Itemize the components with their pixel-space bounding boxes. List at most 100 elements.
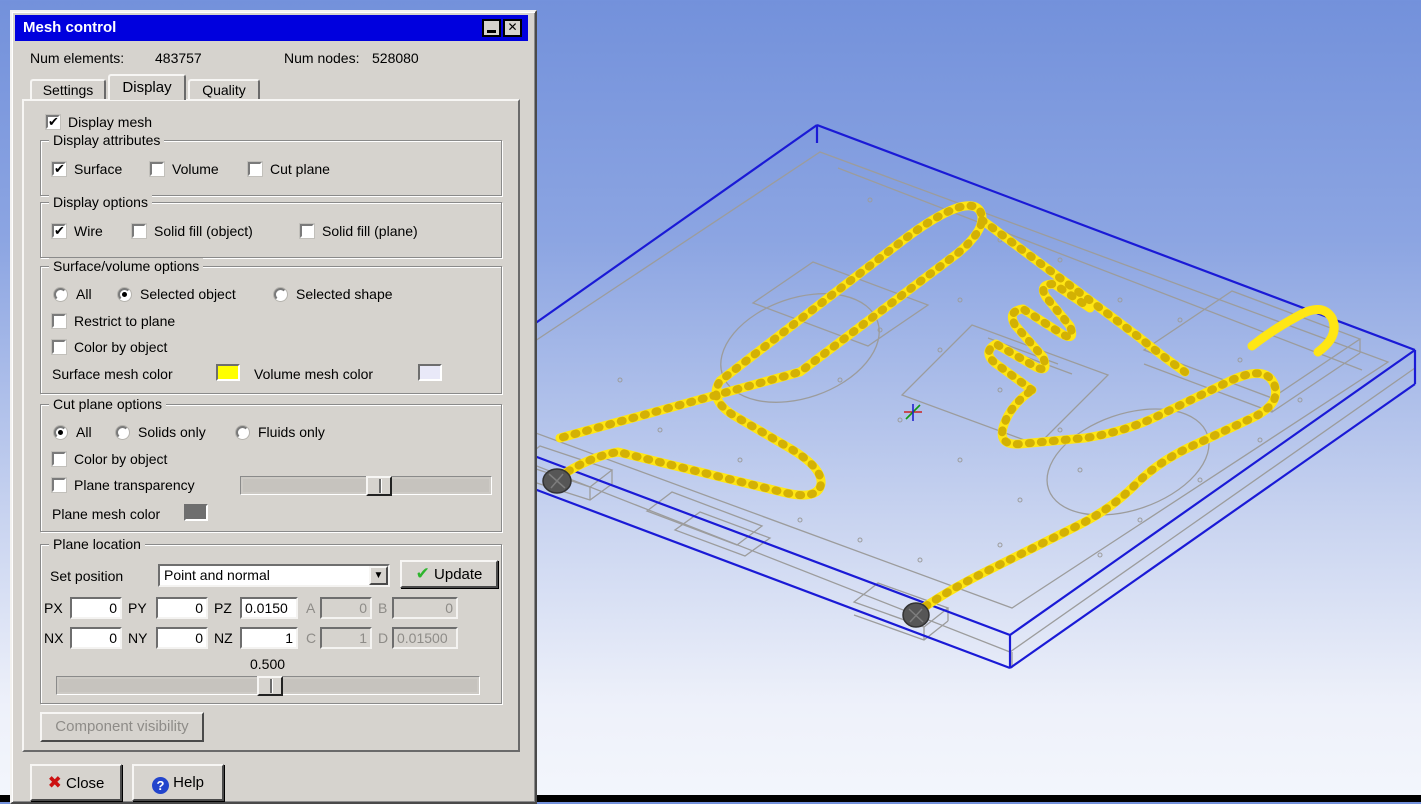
py-field[interactable]: 0 (156, 597, 208, 619)
plane-mesh-color-label: Plane mesh color (52, 506, 160, 522)
nz-field[interactable]: 1 (240, 627, 298, 649)
help-button-label: Help (173, 774, 204, 791)
nx-field[interactable]: 0 (70, 627, 122, 649)
sv-all-label: All (76, 286, 92, 302)
help-question-icon: ? (152, 777, 169, 794)
mesh-stats: Num elements: 483757 Num nodes: 528080 (12, 50, 535, 74)
b-label: B (378, 600, 387, 616)
cp-solids-only-label: Solids only (138, 424, 206, 440)
num-elements-label: Num elements: (30, 50, 124, 66)
help-button[interactable]: ? Help (132, 764, 224, 801)
surface-label: Surface (74, 161, 122, 177)
solid-fill-plane-label: Solid fill (plane) (322, 223, 418, 239)
a-field: 0 (320, 597, 372, 619)
cut-plane-label: Cut plane (270, 161, 330, 177)
ny-field[interactable]: 0 (156, 627, 208, 649)
cut-plane-checkbox[interactable] (248, 162, 262, 176)
ny-label: NY (128, 630, 147, 646)
surface-mesh-color-label: Surface mesh color (52, 366, 173, 382)
close-x-icon: ✖ (48, 773, 62, 792)
volume-label: Volume (172, 161, 219, 177)
plane-transparency-label: Plane transparency (74, 477, 195, 493)
surface-checkbox[interactable]: ✔ (52, 162, 66, 176)
set-position-dropdown[interactable]: Point and normal (158, 564, 390, 587)
solid-fill-object-label: Solid fill (object) (154, 223, 253, 239)
display-attributes-title: Display attributes (49, 132, 164, 148)
minimize-icon[interactable] (482, 19, 501, 37)
cp-solids-only-radio[interactable] (116, 426, 129, 439)
restrict-to-plane-checkbox[interactable] (52, 314, 66, 328)
num-nodes-value: 528080 (372, 50, 419, 66)
mesh-control-dialog: Mesh control ✕ Num elements: 483757 Num … (10, 10, 537, 804)
plane-location-slider-thumb[interactable] (257, 676, 283, 696)
sv-all-radio[interactable] (54, 288, 67, 301)
set-position-label: Set position (50, 568, 123, 584)
surface-volume-options-title: Surface/volume options (49, 258, 203, 274)
solid-fill-plane-checkbox[interactable] (300, 224, 314, 238)
update-button-label: Update (434, 566, 482, 583)
dropdown-arrow-icon[interactable]: ▼ (369, 566, 388, 585)
volume-checkbox[interactable] (150, 162, 164, 176)
cp-color-by-object-checkbox[interactable] (52, 452, 66, 466)
update-button[interactable]: ✔ Update (400, 560, 498, 588)
sv-color-by-object-checkbox[interactable] (52, 340, 66, 354)
close-icon[interactable]: ✕ (503, 19, 522, 37)
close-button[interactable]: ✖ Close (30, 764, 122, 801)
nx-label: NX (44, 630, 63, 646)
surface-mesh-channel (558, 206, 1334, 613)
tab-quality[interactable]: Quality (188, 79, 260, 100)
nz-label: NZ (214, 630, 233, 646)
cp-color-by-object-label: Color by object (74, 451, 167, 467)
dialog-title: Mesh control (23, 19, 116, 36)
plane-slider-value: 0.500 (250, 656, 285, 672)
cp-all-label: All (76, 424, 92, 440)
a-label: A (306, 600, 315, 616)
plane-transparency-checkbox[interactable] (52, 478, 66, 492)
close-button-label: Close (66, 775, 104, 792)
d-label: D (378, 630, 388, 646)
px-label: PX (44, 600, 63, 616)
px-field[interactable]: 0 (70, 597, 122, 619)
wire-label: Wire (74, 223, 103, 239)
plate-edges (412, 125, 1415, 668)
d-field: 0.01500 (392, 627, 458, 649)
solid-fill-object-checkbox[interactable] (132, 224, 146, 238)
cut-plane-options-title: Cut plane options (49, 396, 166, 412)
display-mesh-label: Display mesh (68, 114, 152, 130)
display-options-title: Display options (49, 194, 152, 210)
cp-fluids-only-label: Fluids only (258, 424, 325, 440)
restrict-to-plane-label: Restrict to plane (74, 313, 175, 329)
display-mesh-checkbox[interactable]: ✔ (46, 115, 60, 129)
c-field: 1 (320, 627, 372, 649)
sv-selected-object-radio[interactable] (118, 288, 131, 301)
update-check-icon: ✔ (416, 564, 430, 583)
pz-field[interactable]: 0.0150 (240, 597, 298, 619)
tab-settings[interactable]: Settings (30, 79, 106, 100)
cp-all-radio[interactable] (54, 426, 67, 439)
sv-selected-object-label: Selected object (140, 286, 236, 302)
num-nodes-label: Num nodes: (284, 50, 359, 66)
plane-location-title: Plane location (49, 536, 145, 552)
plane-mesh-color-swatch[interactable] (184, 504, 208, 521)
num-elements-value: 483757 (155, 50, 202, 66)
py-label: PY (128, 600, 147, 616)
plane-transparency-slider[interactable] (240, 476, 492, 495)
b-field: 0 (392, 597, 458, 619)
sv-selected-shape-radio[interactable] (274, 288, 287, 301)
dialog-titlebar[interactable]: Mesh control ✕ (15, 15, 528, 41)
display-options-group: Display options (40, 202, 502, 258)
volume-mesh-color-swatch[interactable] (418, 364, 442, 381)
axis-marker (904, 404, 922, 421)
c-label: C (306, 630, 316, 646)
sv-color-by-object-label: Color by object (74, 339, 167, 355)
volume-mesh-color-label: Volume mesh color (254, 366, 373, 382)
component-visibility-button[interactable]: Component visibility (40, 712, 204, 742)
surface-mesh-color-swatch[interactable] (216, 364, 240, 381)
tab-display[interactable]: Display (108, 74, 186, 100)
plane-location-slider[interactable] (56, 676, 480, 695)
plane-transparency-slider-thumb[interactable] (366, 476, 392, 496)
cp-fluids-only-radio[interactable] (236, 426, 249, 439)
wire-checkbox[interactable]: ✔ (52, 224, 66, 238)
sv-selected-shape-label: Selected shape (296, 286, 393, 302)
pz-label: PZ (214, 600, 232, 616)
